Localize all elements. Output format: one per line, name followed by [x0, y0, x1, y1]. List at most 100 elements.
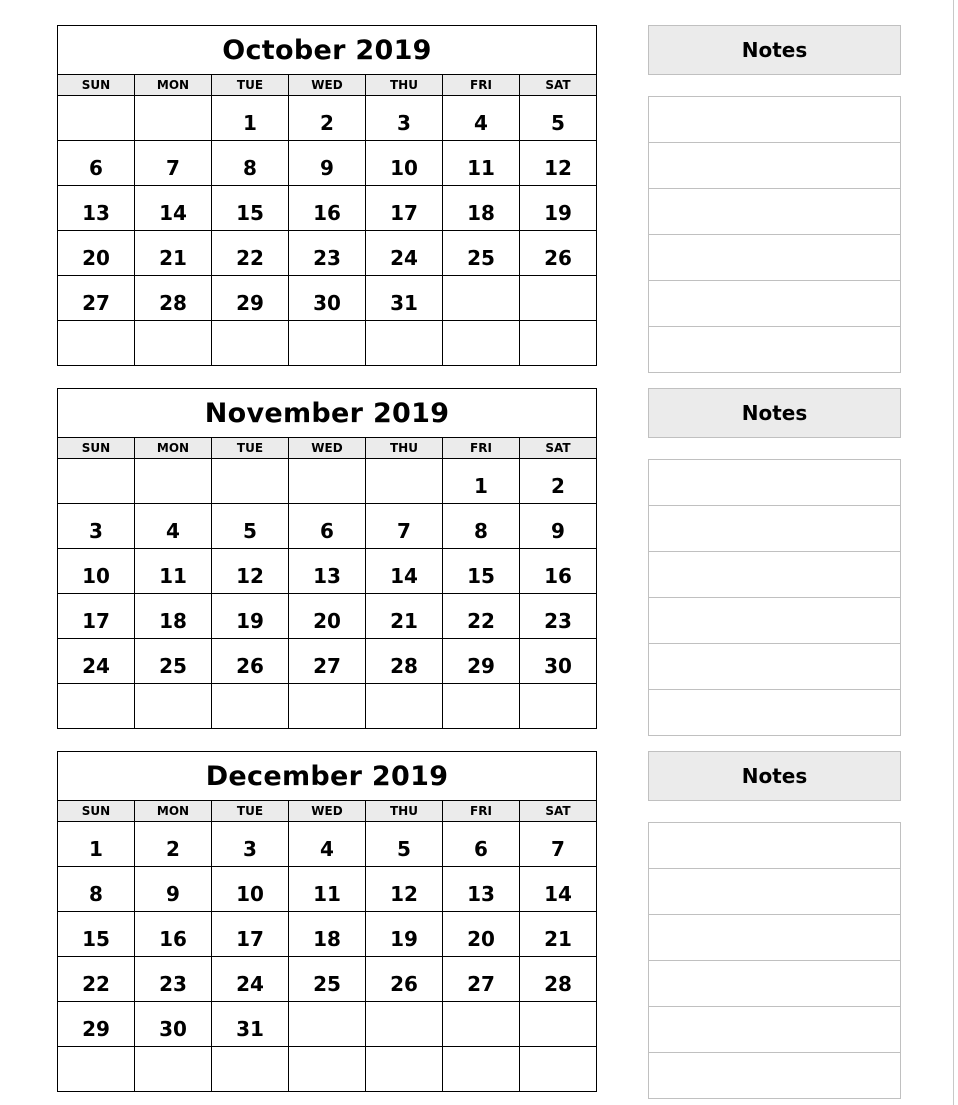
day-cell[interactable] — [442, 1046, 520, 1092]
day-cell[interactable]: 18 — [442, 185, 520, 231]
day-cell[interactable]: 7 — [134, 140, 212, 186]
day-cell[interactable] — [134, 1046, 212, 1092]
day-cell[interactable] — [211, 683, 289, 729]
day-cell[interactable]: 17 — [211, 911, 289, 957]
day-cell[interactable] — [288, 458, 366, 504]
day-cell[interactable]: 17 — [57, 593, 135, 639]
day-cell[interactable]: 26 — [519, 230, 597, 276]
day-cell[interactable]: 1 — [442, 458, 520, 504]
day-cell[interactable]: 21 — [519, 911, 597, 957]
day-cell[interactable]: 31 — [365, 275, 443, 321]
day-cell[interactable] — [442, 683, 520, 729]
notes-line[interactable] — [649, 460, 900, 505]
day-cell[interactable]: 11 — [134, 548, 212, 594]
day-cell[interactable]: 12 — [365, 866, 443, 912]
day-cell[interactable]: 18 — [288, 911, 366, 957]
day-cell[interactable] — [134, 458, 212, 504]
notes-line[interactable] — [649, 97, 900, 142]
day-cell[interactable]: 16 — [519, 548, 597, 594]
day-cell[interactable] — [211, 320, 289, 366]
day-cell[interactable]: 24 — [365, 230, 443, 276]
day-cell[interactable] — [134, 95, 212, 141]
day-cell[interactable]: 26 — [211, 638, 289, 684]
day-cell[interactable]: 30 — [134, 1001, 212, 1047]
day-cell[interactable]: 6 — [57, 140, 135, 186]
day-cell[interactable] — [57, 458, 135, 504]
day-cell[interactable] — [134, 683, 212, 729]
day-cell[interactable]: 2 — [519, 458, 597, 504]
day-cell[interactable]: 21 — [365, 593, 443, 639]
day-cell[interactable]: 7 — [519, 821, 597, 867]
day-cell[interactable] — [288, 1046, 366, 1092]
day-cell[interactable]: 4 — [288, 821, 366, 867]
day-cell[interactable]: 2 — [134, 821, 212, 867]
day-cell[interactable]: 9 — [519, 503, 597, 549]
day-cell[interactable]: 27 — [288, 638, 366, 684]
day-cell[interactable] — [519, 683, 597, 729]
day-cell[interactable]: 13 — [288, 548, 366, 594]
day-cell[interactable]: 20 — [57, 230, 135, 276]
day-cell[interactable]: 6 — [442, 821, 520, 867]
day-cell[interactable]: 13 — [442, 866, 520, 912]
day-cell[interactable]: 8 — [57, 866, 135, 912]
day-cell[interactable]: 31 — [211, 1001, 289, 1047]
day-cell[interactable] — [365, 1046, 443, 1092]
notes-line[interactable] — [649, 960, 900, 1006]
notes-line[interactable] — [649, 280, 900, 326]
day-cell[interactable]: 3 — [57, 503, 135, 549]
day-cell[interactable] — [519, 1046, 597, 1092]
day-cell[interactable] — [57, 1046, 135, 1092]
day-cell[interactable]: 30 — [519, 638, 597, 684]
notes-line[interactable] — [649, 689, 900, 735]
day-cell[interactable] — [519, 275, 597, 321]
day-cell[interactable] — [365, 320, 443, 366]
day-cell[interactable]: 5 — [365, 821, 443, 867]
day-cell[interactable]: 29 — [57, 1001, 135, 1047]
day-cell[interactable]: 23 — [288, 230, 366, 276]
day-cell[interactable]: 20 — [442, 911, 520, 957]
day-cell[interactable]: 27 — [57, 275, 135, 321]
day-cell[interactable] — [57, 95, 135, 141]
notes-line[interactable] — [649, 234, 900, 280]
day-cell[interactable]: 18 — [134, 593, 212, 639]
day-cell[interactable]: 19 — [211, 593, 289, 639]
notes-line[interactable] — [649, 505, 900, 551]
day-cell[interactable]: 14 — [365, 548, 443, 594]
day-cell[interactable]: 21 — [134, 230, 212, 276]
day-cell[interactable]: 24 — [57, 638, 135, 684]
day-cell[interactable]: 24 — [211, 956, 289, 1002]
day-cell[interactable] — [57, 320, 135, 366]
day-cell[interactable]: 20 — [288, 593, 366, 639]
day-cell[interactable]: 22 — [211, 230, 289, 276]
day-cell[interactable]: 15 — [442, 548, 520, 594]
day-cell[interactable] — [365, 683, 443, 729]
day-cell[interactable] — [57, 683, 135, 729]
day-cell[interactable]: 3 — [211, 821, 289, 867]
day-cell[interactable] — [519, 1001, 597, 1047]
day-cell[interactable]: 9 — [134, 866, 212, 912]
day-cell[interactable]: 11 — [288, 866, 366, 912]
day-cell[interactable]: 14 — [519, 866, 597, 912]
day-cell[interactable]: 9 — [288, 140, 366, 186]
day-cell[interactable] — [442, 275, 520, 321]
notes-line[interactable] — [649, 326, 900, 372]
notes-line[interactable] — [649, 1006, 900, 1052]
day-cell[interactable]: 16 — [288, 185, 366, 231]
day-cell[interactable]: 10 — [365, 140, 443, 186]
day-cell[interactable]: 14 — [134, 185, 212, 231]
day-cell[interactable] — [288, 683, 366, 729]
day-cell[interactable]: 1 — [57, 821, 135, 867]
day-cell[interactable] — [134, 320, 212, 366]
day-cell[interactable]: 25 — [288, 956, 366, 1002]
day-cell[interactable]: 15 — [211, 185, 289, 231]
day-cell[interactable]: 5 — [519, 95, 597, 141]
day-cell[interactable]: 22 — [57, 956, 135, 1002]
notes-line[interactable] — [649, 823, 900, 868]
day-cell[interactable]: 8 — [211, 140, 289, 186]
day-cell[interactable]: 22 — [442, 593, 520, 639]
day-cell[interactable]: 6 — [288, 503, 366, 549]
day-cell[interactable]: 19 — [519, 185, 597, 231]
day-cell[interactable]: 27 — [442, 956, 520, 1002]
notes-line[interactable] — [649, 643, 900, 689]
day-cell[interactable]: 1 — [211, 95, 289, 141]
